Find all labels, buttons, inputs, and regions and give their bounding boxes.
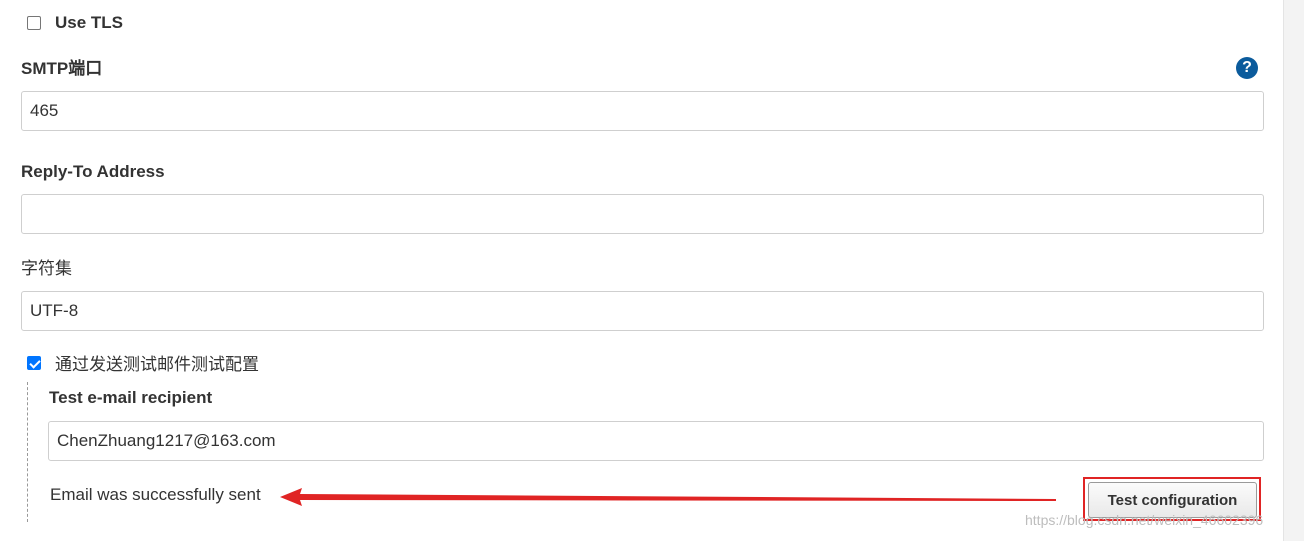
smtp-port-input[interactable] bbox=[21, 91, 1264, 131]
watermark-text: https://blog.csdn.net/weixin_46602396 bbox=[1025, 512, 1264, 528]
reply-to-label: Reply-To Address bbox=[21, 162, 165, 181]
use-tls-label: Use TLS bbox=[55, 13, 124, 32]
reply-to-input[interactable] bbox=[21, 194, 1264, 234]
help-icon[interactable]: ? bbox=[1236, 57, 1258, 79]
use-tls-checkbox[interactable] bbox=[27, 16, 41, 30]
test-recipient-label: Test e-mail recipient bbox=[49, 388, 213, 407]
nested-section-guide bbox=[27, 382, 28, 522]
annotation-arrow-icon bbox=[280, 488, 1056, 506]
charset-label: 字符集 bbox=[21, 259, 72, 278]
status-message: Email was successfully sent bbox=[50, 485, 261, 504]
charset-input[interactable] bbox=[21, 291, 1264, 331]
test-recipient-input[interactable] bbox=[48, 421, 1264, 461]
smtp-port-label: SMTP端口 bbox=[21, 59, 103, 78]
email-settings-panel: Use TLS SMTP端口 ? Reply-To Address 字符集 通过… bbox=[0, 0, 1284, 541]
test-config-label: 通过发送测试邮件测试配置 bbox=[55, 355, 259, 374]
test-config-checkbox[interactable] bbox=[27, 356, 41, 370]
